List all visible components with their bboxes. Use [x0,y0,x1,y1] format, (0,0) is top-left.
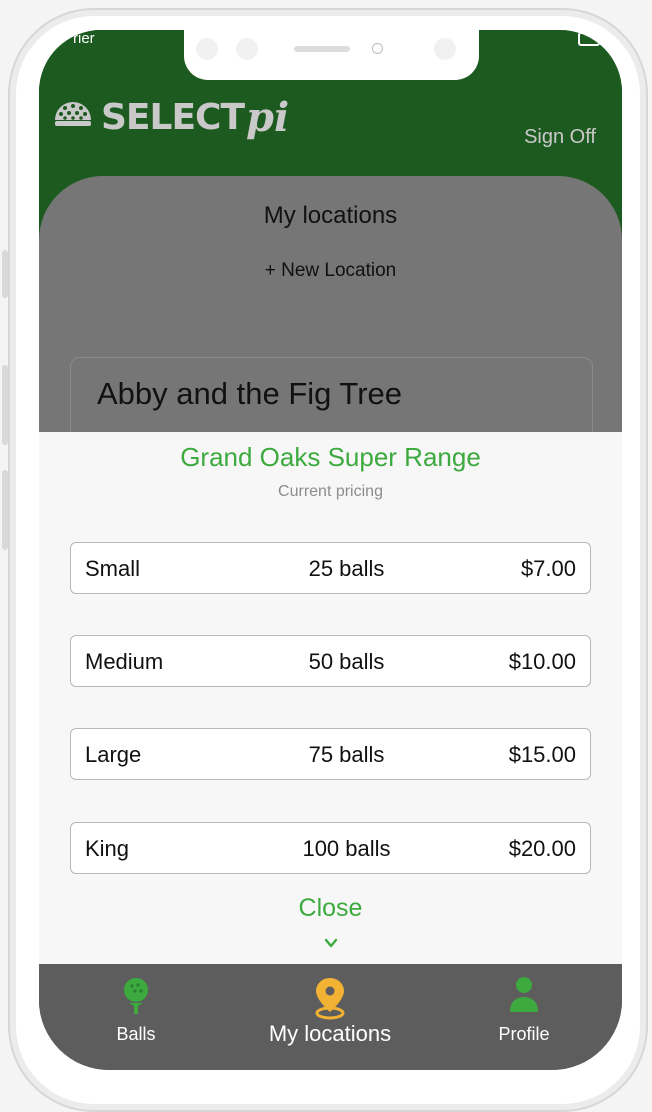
pricing-sheet: Grand Oaks Super Range Current pricing S… [39,432,622,964]
battery-icon [578,32,600,46]
price-option-small[interactable]: Small 25 balls $7.00 [70,542,591,594]
option-price: $20.00 [508,836,576,861]
golf-ball-tee-icon [124,978,148,1014]
sheet-subtitle: Current pricing [278,483,383,500]
new-location-button[interactable]: + New Location [39,260,622,282]
carrier-label: rier [73,30,95,47]
silent-switch [2,250,8,298]
price-option-medium[interactable]: Medium 50 balls $10.00 [70,635,591,687]
price-option-large[interactable]: Large 75 balls $15.00 [70,728,591,780]
app-screen: rier SELECT pi Sign Off My locations + N… [39,30,622,1070]
page-title: My locations [263,202,398,229]
close-button[interactable]: Close [39,894,622,923]
option-price: $7.00 [520,556,576,581]
price-option-king[interactable]: King 100 balls $20.00 [70,822,591,874]
tab-balls[interactable]: Balls [39,964,233,1070]
chevron-down-icon[interactable] [321,936,341,950]
sensor-dot [196,38,218,60]
golf-ball-logo-icon [55,101,91,126]
brand-name: SELECT [101,97,245,138]
selectpi-logo: SELECT pi [53,94,289,141]
sensor-dot [236,38,258,60]
front-camera [372,43,383,54]
earpiece-speaker [294,46,350,52]
location-name: Abby and the Fig Tree [97,376,403,411]
option-price: $15.00 [508,742,576,767]
option-balls: 25 balls [308,556,385,581]
sensor-dot [434,38,456,60]
tab-profile[interactable]: Profile [427,964,621,1070]
map-pin-icon [315,978,345,1020]
sign-off-button[interactable]: Sign Off [524,126,596,149]
tab-my-locations[interactable]: My locations [233,964,427,1070]
device-notch [184,30,479,80]
volume-down-button [2,470,8,550]
option-price: $10.00 [508,649,576,674]
tab-label: Profile [498,1024,550,1044]
volume-up-button [2,365,8,445]
sheet-title: Grand Oaks Super Range [180,442,481,472]
tab-label: My locations [268,1021,392,1046]
brand-suffix: pi [246,94,290,141]
person-icon [510,977,538,1012]
tab-label: Balls [116,1024,156,1044]
bottom-tab-bar: Balls My locations Profile [39,964,622,1070]
